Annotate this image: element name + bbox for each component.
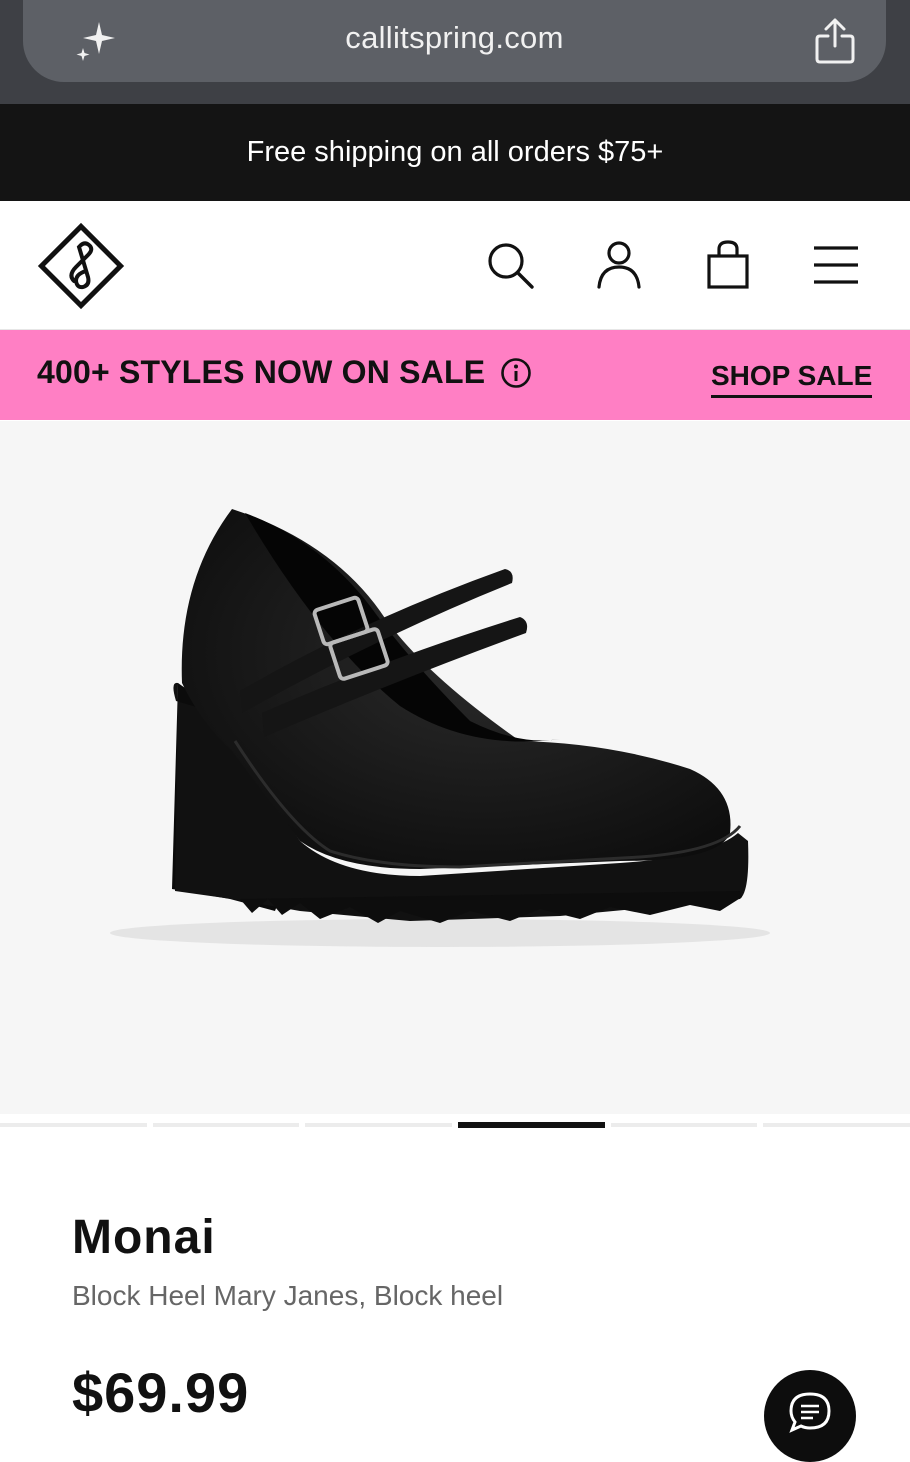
sale-banner[interactable]: 400+ STYLES NOW ON SALE SHOP SALE	[0, 330, 910, 420]
bag-icon[interactable]	[702, 239, 754, 291]
browser-bar: callitspring.com	[0, 0, 910, 104]
menu-icon[interactable]	[810, 239, 862, 291]
shoe-image	[110, 509, 770, 947]
carousel-indicator[interactable]	[152, 1123, 300, 1127]
chat-icon	[789, 1392, 831, 1433]
carousel-indicator[interactable]	[610, 1123, 758, 1127]
carousel-indicator[interactable]	[0, 1123, 147, 1127]
brand-logo[interactable]	[34, 219, 128, 313]
promo-text: Free shipping on all orders $75+	[246, 136, 664, 168]
address-bar[interactable]: callitspring.com	[23, 0, 886, 82]
carousel-indicator-active[interactable]	[458, 1122, 605, 1128]
info-icon[interactable]	[500, 357, 532, 389]
sale-banner-text: 400+ STYLES NOW ON SALE	[37, 354, 486, 390]
share-icon[interactable]	[813, 16, 857, 66]
url-text: callitspring.com	[345, 20, 564, 55]
carousel-indicator[interactable]	[763, 1123, 910, 1127]
product-name: Monai	[72, 1211, 216, 1264]
carousel-indicator[interactable]	[305, 1123, 453, 1127]
search-icon[interactable]	[484, 239, 536, 291]
shop-sale-link[interactable]: SHOP SALE	[711, 360, 873, 398]
product-subtitle: Block Heel Mary Janes, Block heel	[72, 1280, 504, 1311]
product-price: $69.99	[72, 1361, 250, 1424]
promo-bar: Free shipping on all orders $75+	[0, 104, 910, 201]
site-header	[0, 201, 910, 330]
image-carousel-indicators	[0, 1122, 910, 1128]
chat-button[interactable]	[764, 1370, 856, 1462]
account-icon[interactable]	[593, 239, 645, 291]
product-image[interactable]	[0, 421, 910, 1114]
